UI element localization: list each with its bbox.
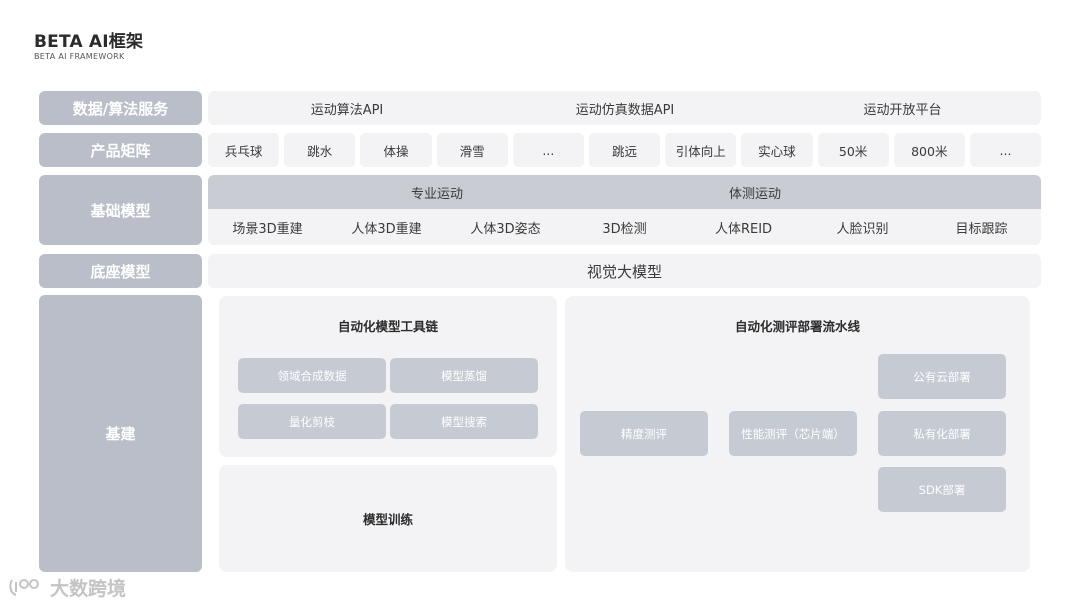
base-model-item: 人脸识别	[836, 221, 889, 237]
row-label-products: 产品矩阵	[39, 133, 202, 167]
data-service-item: 运动仿真数据API	[575, 102, 675, 118]
page-subtitle: BETA AI FRAMEWORK	[34, 52, 125, 61]
page-title: BETA AI框架	[34, 32, 144, 52]
chip-quantization: 量化剪枝	[238, 404, 386, 439]
foundation-model-value: 视觉大模型	[208, 254, 1041, 288]
pipeline-panel: 自动化测评部署流水线 精度测评 性能测评（芯片端） 公有云部署 私有化部署 SD…	[565, 296, 1030, 572]
chip-distillation: 模型蒸馏	[390, 358, 538, 393]
base-model-category-bar: 专业运动 体测运动	[208, 175, 1041, 209]
data-service-item: 运动开放平台	[863, 102, 942, 118]
row-label-infrastructure: 基建	[39, 295, 202, 572]
base-model-item: 人体REID	[714, 221, 773, 237]
category-professional: 专业运动	[410, 186, 463, 202]
product-item: 跳水	[284, 133, 356, 167]
product-item: ...	[969, 133, 1042, 167]
toolchain-panel: 自动化模型工具链 领域合成数据 模型蒸馏 量化剪枝 模型搜索	[219, 296, 557, 457]
base-model-item: 人体3D重建	[351, 221, 422, 237]
product-item: 兵乓球	[208, 133, 280, 167]
product-item: 实心球	[741, 133, 813, 167]
base-model-list: 场景3D重建 人体3D重建 人体3D姿态 3D检测 人体REID 人脸识别 目标…	[208, 209, 1041, 245]
row-label-data-service: 数据/算法服务	[39, 91, 202, 125]
product-item: 滑雪	[436, 133, 508, 167]
product-item: 跳远	[588, 133, 661, 167]
chip-private-deploy: 私有化部署	[878, 411, 1006, 456]
row-label-base-model: 基础模型	[39, 175, 202, 245]
product-item: 50米	[817, 133, 889, 167]
training-title: 模型训练	[362, 512, 413, 527]
chip-public-cloud: 公有云部署	[878, 354, 1006, 399]
brand-logo-icon	[9, 579, 39, 596]
chip-performance-eval: 性能测评（芯片端）	[729, 411, 857, 456]
chip-precision-eval: 精度测评	[580, 411, 708, 456]
category-fitness-test: 体测运动	[728, 186, 781, 202]
data-service-item: 运动算法API	[310, 102, 384, 118]
training-panel: 模型训练	[219, 465, 557, 572]
base-model-item: 人体3D姿态	[470, 221, 541, 237]
chip-sdk-deploy: SDK部署	[878, 467, 1006, 512]
product-item: ...	[512, 133, 584, 167]
chip-synthetic-data: 领域合成数据	[238, 358, 386, 393]
base-model-item: 3D检测	[602, 221, 647, 237]
base-model-item: 场景3D重建	[232, 221, 303, 237]
row-label-foundation-model: 底座模型	[39, 254, 202, 288]
pipeline-title: 自动化测评部署流水线	[734, 318, 860, 334]
base-model-item: 目标跟踪	[955, 221, 1008, 237]
product-item: 体操	[360, 133, 432, 167]
product-item: 引体向上	[665, 133, 737, 167]
data-service-panel: 运动算法API 运动仿真数据API 运动开放平台	[208, 91, 1041, 125]
chip-model-search: 模型搜索	[390, 404, 538, 439]
product-item: 800米	[893, 133, 965, 167]
watermark-logo: 大数跨境	[8, 572, 126, 602]
product-matrix: 兵乓球 跳水 体操 滑雪 ... 跳远 引体向上 实心球 50米 800米 ..…	[208, 133, 1042, 167]
watermark-text: 大数跨境	[50, 577, 127, 600]
toolchain-title: 自动化模型工具链	[337, 318, 438, 334]
